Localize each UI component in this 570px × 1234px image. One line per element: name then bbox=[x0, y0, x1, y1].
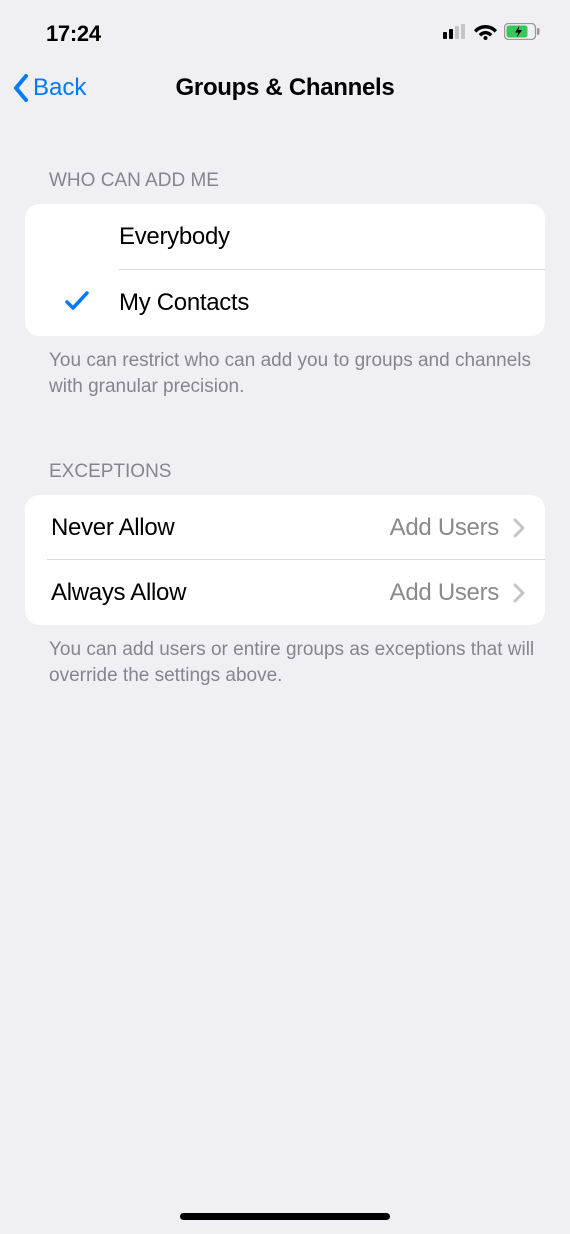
page-title: Groups & Channels bbox=[176, 74, 395, 102]
checkmark-icon bbox=[65, 291, 89, 316]
status-bar: 17:24 bbox=[0, 0, 570, 58]
option-my-contacts[interactable]: My Contacts bbox=[25, 270, 545, 336]
exception-value: Add Users bbox=[390, 579, 499, 607]
chevron-left-icon bbox=[12, 73, 30, 103]
exceptions-group: Never Allow Add Users Always Allow Add U… bbox=[25, 495, 545, 625]
always-allow-row[interactable]: Always Allow Add Users bbox=[25, 560, 545, 625]
home-indicator[interactable] bbox=[180, 1213, 390, 1220]
section-header-exceptions: EXCEPTIONS bbox=[0, 461, 570, 495]
option-label: My Contacts bbox=[119, 289, 249, 317]
option-everybody[interactable]: Everybody bbox=[25, 204, 545, 270]
option-label: Everybody bbox=[119, 223, 230, 251]
section-footer-who: You can restrict who can add you to grou… bbox=[0, 336, 570, 399]
never-allow-row[interactable]: Never Allow Add Users bbox=[25, 495, 545, 560]
chevron-right-icon bbox=[513, 583, 525, 603]
exception-value: Add Users bbox=[390, 514, 499, 542]
status-time: 17:24 bbox=[46, 21, 101, 47]
battery-icon bbox=[504, 23, 540, 45]
back-label: Back bbox=[33, 74, 86, 102]
nav-bar: Back Groups & Channels bbox=[0, 58, 570, 118]
cellular-icon bbox=[443, 24, 467, 44]
exception-label: Always Allow bbox=[51, 579, 186, 607]
section-header-who: WHO CAN ADD ME bbox=[0, 170, 570, 204]
chevron-right-icon bbox=[513, 518, 525, 538]
exception-label: Never Allow bbox=[51, 514, 174, 542]
wifi-icon bbox=[474, 23, 497, 45]
status-icons bbox=[443, 23, 540, 45]
back-button[interactable]: Back bbox=[12, 73, 86, 103]
section-footer-exceptions: You can add users or entire groups as ex… bbox=[0, 625, 570, 688]
who-can-add-group: Everybody My Contacts bbox=[25, 204, 545, 336]
check-slot bbox=[47, 291, 119, 316]
